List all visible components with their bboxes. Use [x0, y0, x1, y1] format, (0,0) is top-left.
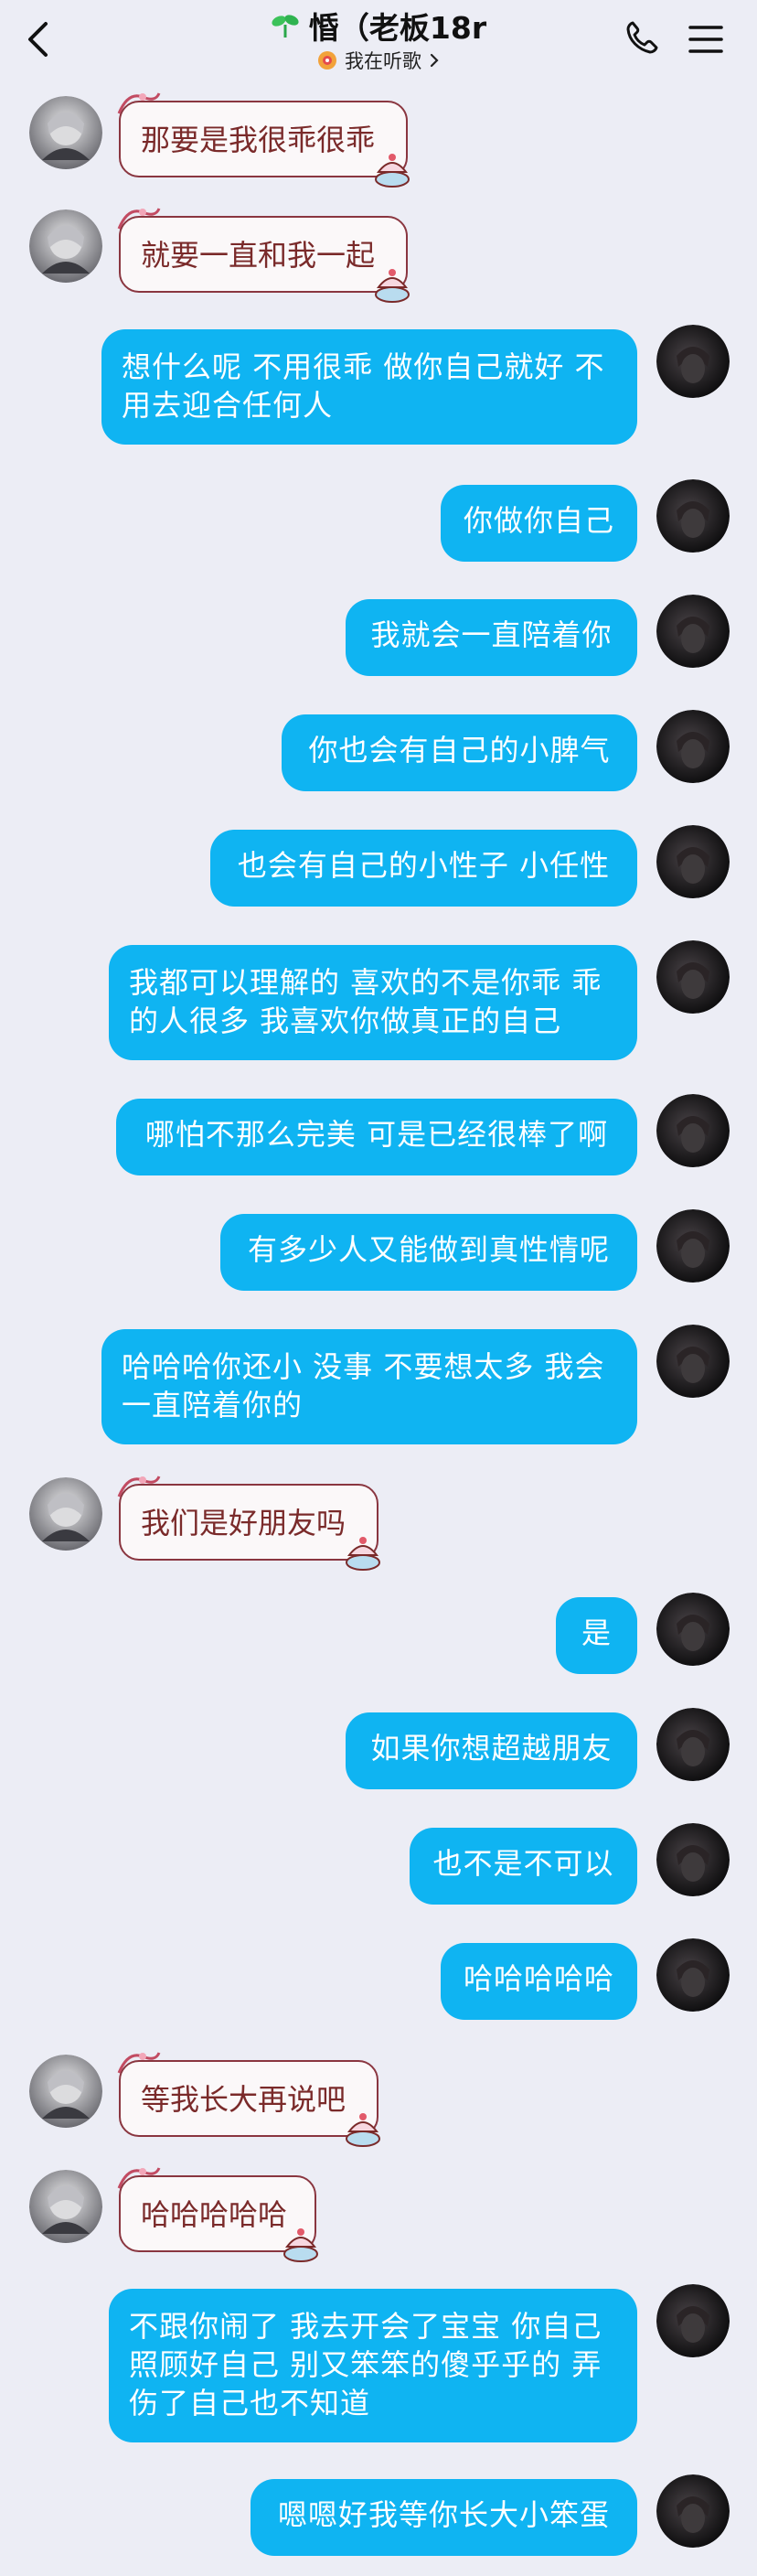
my-avatar[interactable]: [656, 1938, 730, 2012]
message-received[interactable]: 那要是我很乖很乖: [117, 92, 410, 188]
status-text: 我在听歌: [345, 50, 421, 72]
message-text: 就要一直和我一起: [141, 238, 376, 273]
message-text: 有多少人又能做到真性情呢: [247, 1232, 610, 1267]
contact-name: 惛（老板18r: [308, 10, 487, 46]
message-sent[interactable]: 哪怕不那么完美 可是已经很棒了啊: [116, 1099, 637, 1175]
message-sent[interactable]: 不跟你闹了 我去开会了宝宝 你自己 照顾好自己 别又笨笨的傻乎乎的 弄 伤了自己…: [109, 2289, 637, 2442]
message-text: 哈哈哈哈哈: [463, 1961, 614, 1996]
message-text-line: 我都可以理解的 喜欢的不是你乖 乖: [129, 965, 602, 1000]
bubble-ribbon-icon: [117, 92, 161, 114]
dessert-cup-icon: [346, 2113, 380, 2147]
dessert-cup-icon: [375, 154, 410, 188]
message-text: 哈哈哈哈哈: [141, 2197, 288, 2232]
my-avatar[interactable]: [656, 940, 730, 1014]
contact-avatar[interactable]: [29, 2170, 102, 2243]
message-sent[interactable]: 你做你自己: [441, 485, 637, 562]
message-text: 你也会有自己的小脾气: [308, 733, 611, 767]
chat-header: 惛（老板18r 我在听歌: [0, 0, 757, 79]
my-avatar[interactable]: [656, 1593, 730, 1666]
my-avatar[interactable]: [656, 1209, 730, 1283]
contact-avatar[interactable]: [29, 2055, 102, 2128]
bubble-ribbon-icon: [117, 2167, 161, 2189]
phone-call-icon[interactable]: [625, 20, 658, 55]
dessert-cup-icon: [283, 2228, 318, 2262]
contact-avatar[interactable]: [29, 96, 102, 169]
my-avatar[interactable]: [656, 325, 730, 398]
message-text: 我就会一直陪着你: [370, 617, 613, 652]
message-text: 嗯嗯好我等你长大小笨蛋: [277, 2497, 610, 2532]
contact-avatar[interactable]: [29, 1477, 102, 1551]
message-sent[interactable]: 是: [556, 1597, 637, 1674]
message-sent[interactable]: 想什么呢 不用很乖 做你自己就好 不 用去迎合任何人: [101, 329, 637, 445]
bubble-ribbon-icon: [117, 1476, 161, 1497]
my-avatar[interactable]: [656, 479, 730, 553]
message-sent[interactable]: 也不是不可以: [410, 1828, 637, 1905]
message-sent[interactable]: 你也会有自己的小脾气: [282, 714, 637, 791]
message-text-line: 的人很多 我喜欢你做真正的自己: [129, 1004, 562, 1038]
message-sent[interactable]: 我就会一直陪着你: [346, 599, 637, 676]
message-text-line: 一直陪着你的: [122, 1388, 304, 1422]
message-text-line: 不跟你闹了 我去开会了宝宝 你自己: [129, 2309, 602, 2344]
message-text: 是: [581, 1615, 612, 1650]
message-text-line: 想什么呢 不用很乖 做你自己就好 不: [122, 349, 605, 384]
my-avatar[interactable]: [656, 1325, 730, 1398]
message-received[interactable]: 哈哈哈哈哈: [117, 2167, 318, 2262]
my-avatar[interactable]: [656, 1823, 730, 1896]
message-text: 如果你想超越朋友: [370, 1731, 613, 1766]
bubble-ribbon-icon: [117, 208, 161, 230]
message-sent[interactable]: 哈哈哈哈哈: [441, 1943, 637, 2020]
my-avatar[interactable]: [656, 1708, 730, 1781]
my-avatar[interactable]: [656, 825, 730, 898]
message-text: 也不是不可以: [432, 1846, 614, 1881]
my-avatar[interactable]: [656, 595, 730, 668]
contact-avatar[interactable]: [29, 209, 102, 283]
message-sent[interactable]: 也会有自己的小性子 小任性: [210, 830, 637, 907]
message-received[interactable]: 就要一直和我一起: [117, 208, 410, 303]
music-status-icon: [318, 51, 336, 70]
message-sent[interactable]: 如果你想超越朋友: [346, 1712, 637, 1789]
dessert-cup-icon: [375, 269, 410, 303]
chevron-right-icon: [430, 53, 439, 68]
message-sent[interactable]: 我都可以理解的 喜欢的不是你乖 乖 的人很多 我喜欢你做真正的自己: [109, 945, 637, 1060]
sprout-icon: [272, 15, 299, 38]
message-text: 哪怕不那么完美 可是已经很棒了啊: [144, 1117, 609, 1152]
message-sent[interactable]: 有多少人又能做到真性情呢: [220, 1214, 637, 1291]
message-text: 那要是我很乖很乖: [141, 123, 376, 157]
message-text: 你做你自己: [463, 503, 614, 538]
message-text-line: 伤了自己也不知道: [129, 2386, 371, 2420]
dessert-cup-icon: [346, 1537, 380, 1571]
message-received[interactable]: 我们是好朋友吗: [117, 1476, 380, 1571]
message-text: 也会有自己的小性子 小任性: [237, 848, 611, 883]
my-avatar[interactable]: [656, 710, 730, 783]
my-avatar[interactable]: [656, 1094, 730, 1167]
message-sent[interactable]: 哈哈哈你还小 没事 不要想太多 我会 一直陪着你的: [101, 1329, 637, 1444]
message-text-line: 用去迎合任何人: [122, 388, 334, 423]
my-avatar[interactable]: [656, 2284, 730, 2357]
message-sent[interactable]: 嗯嗯好我等你长大小笨蛋: [251, 2479, 637, 2556]
message-text: 我们是好朋友吗: [141, 1506, 347, 1540]
message-received[interactable]: 等我长大再说吧: [117, 2052, 380, 2147]
message-text-line: 哈哈哈你还小 没事 不要想太多 我会: [122, 1349, 605, 1384]
my-avatar[interactable]: [656, 2474, 730, 2548]
menu-icon[interactable]: [688, 24, 724, 55]
message-text-line: 照顾好自己 别又笨笨的傻乎乎的 弄: [129, 2347, 602, 2382]
message-text: 等我长大再说吧: [141, 2082, 347, 2117]
bubble-ribbon-icon: [117, 2052, 161, 2074]
